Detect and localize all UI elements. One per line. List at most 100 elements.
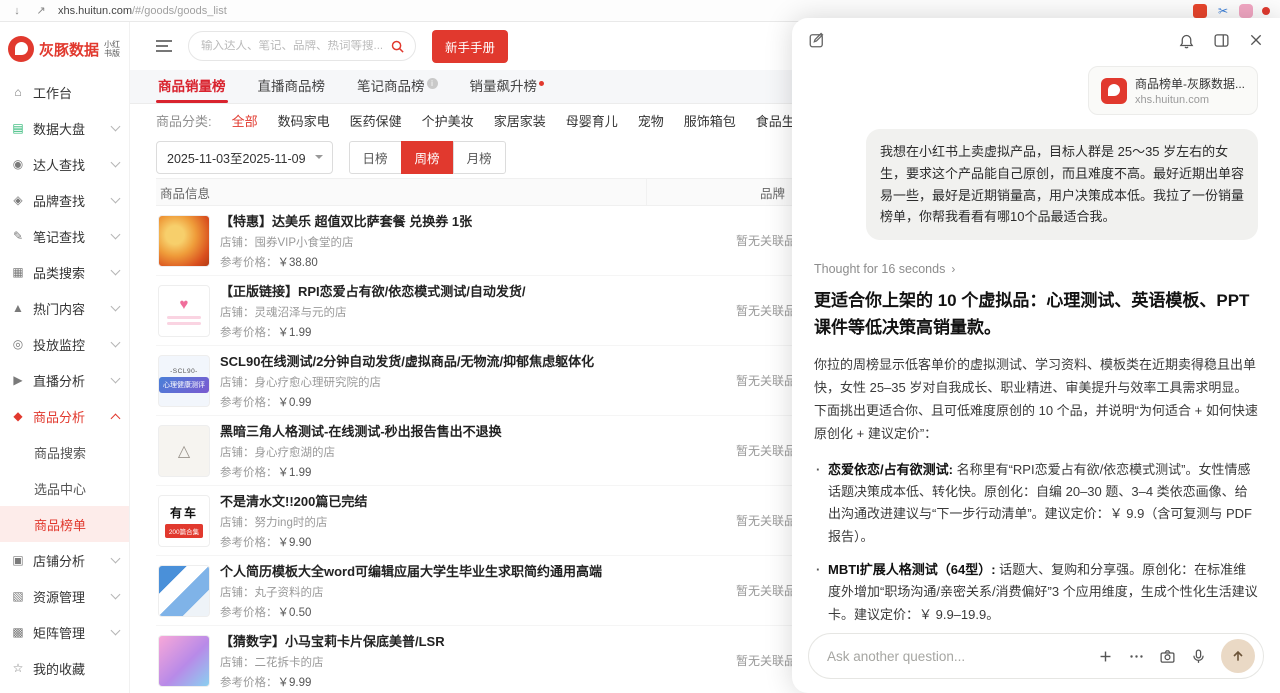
tab-note-product-ranking[interactable]: 笔记商品榜i — [355, 67, 440, 103]
camera-extension-icon[interactable] — [1239, 4, 1253, 18]
assistant-footer — [792, 623, 1280, 693]
category-filter-label: 商品分类: — [156, 111, 212, 130]
sidebar-nav: ⌂工作台 ▤数据大盘 ◉达人查找 ◈品牌查找 ✎ 笔记查找 ▦ 品类搜索 ▲热门内容… — [0, 74, 129, 686]
monthly-rank-button[interactable]: 月榜 — [453, 141, 506, 174]
table-row[interactable]: 有车200篇合集 不是清水文!!200篇已完结 店铺：努力ing时的店 参考价格… — [156, 486, 898, 556]
sidebar-item-category-search[interactable]: ▦ 品类搜索 — [0, 254, 129, 290]
sidebar-item-ad-monitor[interactable]: ◎投放监控 — [0, 326, 129, 362]
ask-input-container[interactable] — [808, 633, 1264, 679]
sidebar-item-favorites[interactable]: ☆我的收藏 — [0, 650, 129, 686]
mic-icon[interactable] — [1190, 648, 1207, 665]
sidebar-item-note-search[interactable]: ✎ 笔记查找 — [0, 218, 129, 254]
sidebar-subitem-selection-center[interactable]: 选品中心 — [0, 470, 129, 506]
live-analysis-icon: ▶ — [10, 373, 26, 387]
category-digital[interactable]: 数码家电 — [278, 111, 330, 130]
weekly-rank-button[interactable]: 周榜 — [401, 141, 454, 174]
tab-live-product-ranking[interactable]: 直播商品榜 — [256, 67, 328, 103]
answer-heading: 更适合你上架的 10 个虚拟品：心理测试、英语模板、PPT 课件等低决策高销量款… — [814, 288, 1258, 341]
chevron-down-icon — [111, 230, 121, 240]
scissors-icon[interactable]: ✂ — [1216, 4, 1230, 18]
tab-sales-surge-ranking[interactable]: 销量飙升榜 — [468, 67, 547, 103]
sidebar-item-matrix-manage[interactable]: ▩矩阵管理 — [0, 614, 129, 650]
product-title: SCL90在线测试/2分钟自动发货/虚拟商品/无物流/抑郁焦虑躯体化 — [220, 351, 594, 370]
price-value: ￥0.50 — [278, 607, 312, 619]
column-product-info: 商品信息 — [156, 183, 646, 202]
sidebar-item-label: 数据大盘 — [33, 119, 85, 138]
download-icon[interactable]: ↓ — [10, 4, 24, 18]
close-icon[interactable] — [1248, 32, 1264, 48]
huitun-logo-icon — [8, 36, 34, 62]
table-row[interactable]: 【特惠】达美乐 超值双比萨套餐 兑换券 1张 店铺：囤券VIP小食堂的店 参考价… — [156, 206, 898, 276]
price-label: 参考价格： — [220, 397, 278, 409]
url-host: xhs.huitun.com — [58, 5, 132, 17]
sidebar-toggle-icon[interactable] — [1213, 32, 1230, 49]
date-range-select[interactable]: 2025-11-03至2025-11-09 — [156, 141, 333, 174]
sidebar-item-product-analysis[interactable]: ◆商品分析 — [0, 398, 129, 434]
app-logo[interactable]: 灰豚数据 小红书版 — [0, 22, 129, 74]
newbie-manual-button[interactable]: 新手手册 — [432, 30, 508, 63]
search-icon[interactable] — [390, 39, 405, 54]
table-row[interactable]: 个人简历模板大全word可编辑应届大学生毕业生求职简约通用高端 店铺：丸子资料的… — [156, 556, 898, 626]
sidebar-item-brand-search[interactable]: ◈品牌查找 — [0, 182, 129, 218]
table-header: 商品信息 品牌 — [156, 178, 898, 206]
sidebar-item-label: 品类搜索 — [33, 263, 85, 282]
more-options-icon[interactable] — [1128, 648, 1145, 665]
table-row[interactable]: △ 黑暗三角人格测试-在线测试-秒出报告售出不退换 店铺：身心疗愈湖的店 参考价… — [156, 416, 898, 486]
shop-label: 店铺： — [220, 237, 255, 249]
product-title: 【正版链接】RPI恋爱占有欲/依恋模式测试/自动发货/ — [220, 281, 526, 300]
logo-badge: 小红书版 — [104, 40, 121, 58]
sidebar-item-label: 笔记查找 — [33, 227, 85, 246]
category-home[interactable]: 家居家装 — [494, 111, 546, 130]
new-chat-icon[interactable] — [808, 31, 826, 49]
sidebar-item-resource-manage[interactable]: ▧资源管理 — [0, 578, 129, 614]
chevron-down-icon — [111, 158, 121, 168]
sidebar-subitem-product-ranking[interactable]: 商品榜单 — [0, 506, 129, 542]
category-all[interactable]: 全部 — [232, 111, 258, 130]
global-search[interactable] — [188, 31, 416, 61]
category-search-icon: ▦ — [10, 265, 26, 279]
chevron-down-icon — [111, 590, 121, 600]
note-search-icon: ✎ — [10, 229, 26, 243]
workbench-icon: ⌂ — [10, 85, 26, 99]
product-title: 不是清水文!!200篇已完结 — [220, 491, 367, 510]
thought-toggle[interactable]: Thought for 16 seconds › — [814, 262, 1258, 276]
daily-rank-button[interactable]: 日榜 — [349, 141, 402, 174]
product-thumbnail — [158, 565, 210, 617]
sidebar-item-workbench[interactable]: ⌂工作台 — [0, 74, 129, 110]
collapse-sidebar-icon[interactable] — [156, 40, 172, 52]
chevron-down-icon — [111, 554, 121, 564]
attach-plus-icon[interactable] — [1097, 648, 1114, 665]
tab-product-sales-ranking[interactable]: 商品销量榜 — [156, 67, 228, 103]
category-health[interactable]: 医药保健 — [350, 111, 402, 130]
page-card-domain: xhs.huitun.com — [1135, 94, 1245, 106]
ask-input[interactable] — [827, 649, 1083, 664]
table-row[interactable]: 【猜数字】小马宝莉卡片保底美普/LSR 店铺：二花拆卡的店 参考价格：￥9.99… — [156, 626, 898, 693]
send-button[interactable] — [1221, 639, 1255, 673]
table-row[interactable]: -SCL90-心理健康测评 SCL90在线测试/2分钟自动发货/虚拟商品/无物流… — [156, 346, 898, 416]
table-row[interactable]: ♥ 【正版链接】RPI恋爱占有欲/依恋模式测试/自动发货/ 店铺：灵魂沼泽与元的… — [156, 276, 898, 346]
shop-label: 店铺： — [220, 517, 255, 529]
sidebar-subitem-product-search[interactable]: 商品搜索 — [0, 434, 129, 470]
favorites-icon: ☆ — [10, 661, 26, 675]
share-icon[interactable]: ↗ — [34, 4, 48, 18]
sidebar-item-live-analysis[interactable]: ▶ 直播分析 — [0, 362, 129, 398]
sidebar-item-dashboard[interactable]: ▤数据大盘 — [0, 110, 129, 146]
search-input[interactable] — [201, 40, 384, 52]
sidebar-item-influencer-search[interactable]: ◉达人查找 — [0, 146, 129, 182]
assistant-header — [792, 18, 1280, 62]
ad-monitor-icon: ◎ — [10, 337, 26, 351]
category-beauty[interactable]: 个护美妆 — [422, 111, 474, 130]
url-bar[interactable]: xhs.huitun.com/#/goods/goods_list — [58, 5, 227, 17]
page-context-card[interactable]: 商品榜单-灰豚数据... xhs.huitun.com — [1088, 66, 1258, 115]
category-pet[interactable]: 宠物 — [638, 111, 664, 130]
sidebar-item-hot-content[interactable]: ▲热门内容 — [0, 290, 129, 326]
sidebar-item-shop-analysis[interactable]: ▣店铺分析 — [0, 542, 129, 578]
extension-red-icon[interactable] — [1193, 4, 1207, 18]
thumb-text: -SCL90- — [170, 368, 198, 375]
sidebar-item-label: 直播分析 — [33, 371, 85, 390]
category-baby[interactable]: 母婴育儿 — [566, 111, 618, 130]
product-title: 个人简历模板大全word可编辑应届大学生毕业生求职简约通用高端 — [220, 561, 602, 580]
bell-icon[interactable] — [1178, 32, 1195, 49]
category-fashion[interactable]: 服饰箱包 — [684, 111, 736, 130]
camera-icon[interactable] — [1159, 648, 1176, 665]
